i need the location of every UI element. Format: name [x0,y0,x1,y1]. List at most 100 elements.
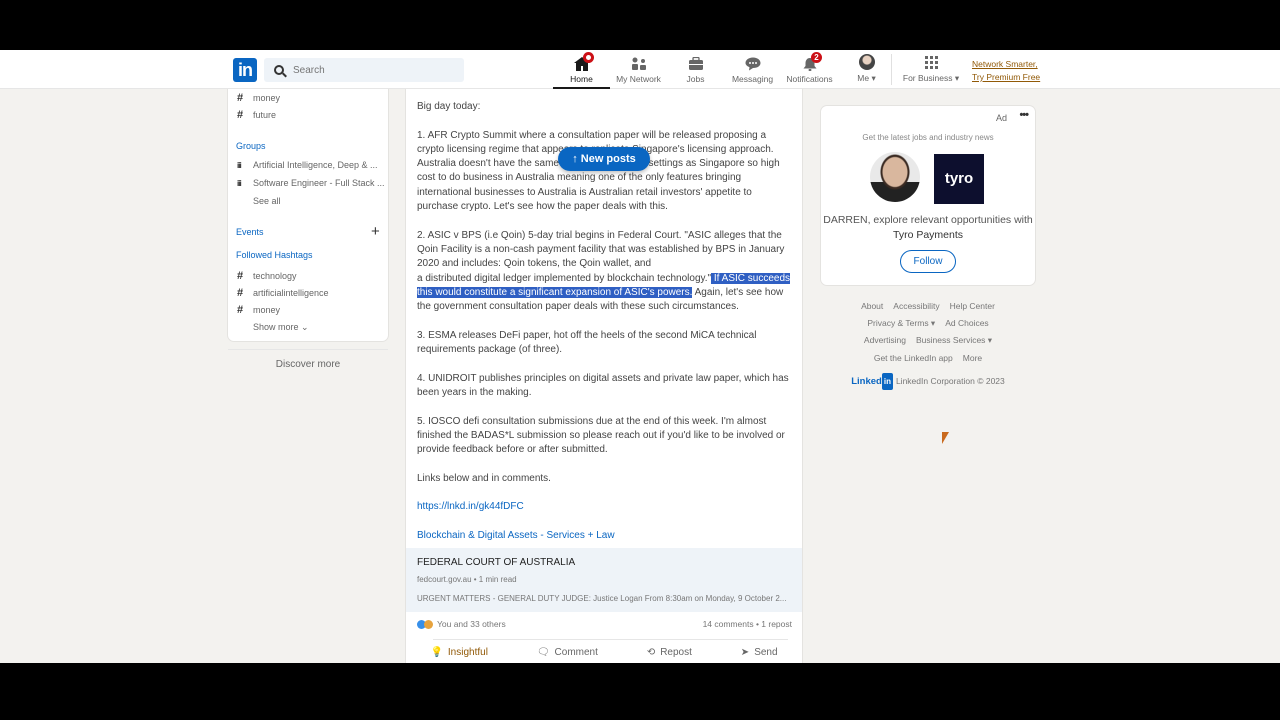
footer-row: About Accessibility Help Center [821,298,1035,315]
ad-subtitle: Get the latest jobs and industry news [862,133,994,142]
recent-hashtag[interactable]: # money [237,92,280,104]
company-page-link[interactable]: Blockchain & Digital Assets - Services +… [417,530,615,541]
nav-me[interactable]: Me ▾ [838,50,895,89]
footer-link[interactable]: Accessibility [893,301,939,311]
more-options-icon[interactable]: ••• [1019,109,1029,121]
insightful-reaction-icon [424,620,433,630]
recent-hashtag[interactable]: # future [237,109,276,121]
followed-hashtag[interactable]: # artificialintelligence [237,287,329,299]
search-box[interactable] [264,58,464,82]
post-paragraph: 5. IOSCO defi consultation submissions d… [417,415,785,456]
linkedin-page: in Home My Network Jobs Messaging [0,50,1280,663]
discover-more-button[interactable]: Discover more [228,359,388,370]
footer-link[interactable]: Business Services ▾ [916,335,992,345]
action-label: Send [754,647,778,658]
nav-my-network[interactable]: My Network [610,50,667,89]
footer-link[interactable]: Help Center [950,301,995,311]
repost-button[interactable]: ⟲ Repost [647,647,692,658]
home-badge [583,52,594,63]
nav-home[interactable]: Home [553,50,610,89]
ad-message-text: DARREN, explore relevant opportunities w… [823,214,1033,226]
hashtag-icon: # [237,270,244,282]
see-all-groups[interactable]: See all [253,196,281,206]
groups-link[interactable]: Groups [236,141,266,151]
followed-hashtag[interactable]: # money [237,304,280,316]
post-paragraph: 3. ESMA releases DeFi paper, hot off the… [417,329,757,356]
add-event-icon[interactable]: + [371,224,380,239]
top-navigation: in Home My Network Jobs Messaging [0,50,1280,89]
show-more-label: Show more [253,322,299,332]
copyright: LinkedIn Corporation © 2023 [895,375,1005,386]
linkedin-logo[interactable]: in [233,58,257,82]
footer-link[interactable]: Get the LinkedIn app [874,353,953,363]
footer-link[interactable]: Ad Choices [945,318,988,328]
hashtag-icon: # [237,109,244,121]
post-paragraph: Big day today: [417,101,481,112]
post-actions: 💡 Insightful 🗨 Comment ⟲ Repost ➤ Send [406,647,802,658]
nav-for-business[interactable]: For Business ▾ [900,50,962,89]
footer-row: Privacy & Terms ▾ Ad Choices [821,315,1035,332]
footer-link[interactable]: Advertising [864,335,906,345]
premium-line-1: Network Smarter, [972,59,1038,69]
footer-link[interactable]: About [861,301,883,311]
nav-jobs[interactable]: Jobs [667,50,724,89]
nav-label: My Network [616,74,661,84]
notifications-badge: 2 [811,52,822,63]
linkedin-wordmark: Linked [851,375,882,387]
hashtag-label: money [253,305,281,315]
nav-divider [891,54,892,85]
footer-link[interactable]: Privacy & Terms ▾ [867,318,935,328]
followed-hashtags-link[interactable]: Followed Hashtags [236,250,313,260]
hashtag-icon: # [237,92,244,104]
footer-row: Get the LinkedIn app More [821,350,1035,367]
events-link[interactable]: Events [236,227,264,237]
divider [433,639,788,640]
text-span: 2. ASIC v BPS (i.e Qoin) 5-day trial beg… [417,229,785,270]
post-link[interactable]: https://lnkd.in/gk44fDFC [417,501,524,512]
action-label: Insightful [447,647,488,658]
ad-card: Ad ••• Get the latest jobs and industry … [821,106,1035,285]
nav-messaging[interactable]: Messaging [724,50,781,89]
group-item[interactable]: iii Software Engineer - Full Stack ... [237,178,385,188]
follow-button[interactable]: Follow [900,250,956,273]
hashtag-label: artificialintelligence [253,288,329,298]
user-avatar [870,152,920,202]
mouse-cursor-icon [942,432,949,444]
show-more-button[interactable]: Show more ⌄ [253,322,309,333]
feed-post: Big day today: 1. AFR Crypto Summit wher… [406,89,802,663]
try-premium-link[interactable]: Network Smarter, Try Premium Free [972,58,1040,84]
footer-link[interactable]: More [963,353,982,363]
group-item[interactable]: iii Artificial Intelligence, Deep & ... [237,160,378,170]
ad-label: Ad [995,113,1007,123]
letterbox-bar [0,663,1280,720]
group-label: Artificial Intelligence, Deep & ... [253,160,378,170]
link-card-source: fedcourt.gov.au • 1 min read [417,575,517,584]
hashtag-label: money [253,93,281,103]
nav-label: Notifications [786,74,833,84]
comment-button[interactable]: 🗨 Comment [537,647,598,658]
network-icon [631,57,646,70]
nav-label: For Business ▾ [902,73,960,83]
company-logo[interactable]: tyro [934,154,984,204]
search-icon [274,65,284,75]
followed-hashtag[interactable]: # technology [237,270,297,282]
insightful-button[interactable]: 💡 Insightful [430,647,487,658]
divider [228,349,388,350]
repost-icon: ⟲ [646,647,656,658]
new-posts-button[interactable]: ↑ New posts [558,147,650,171]
premium-line-2: Try Premium Free [972,72,1041,82]
ad-company: Tyro Payments [892,228,964,241]
hashtag-icon: # [237,287,244,299]
action-label: Comment [554,647,598,658]
nav-notifications[interactable]: 2 Notifications [781,50,838,89]
reactions-count[interactable]: You and 33 others [437,619,506,629]
send-icon: ➤ [740,647,750,658]
link-preview-card[interactable]: FEDERAL COURT OF AUSTRALIA fedcourt.gov.… [406,548,802,612]
comment-icon: 🗨 [536,647,550,658]
footer-brand: Linked in LinkedIn Corporation © 2023 [821,372,1035,391]
comments-reposts-count[interactable]: 14 comments • 1 repost [703,619,792,629]
hashtag-icon: # [237,304,244,316]
send-button[interactable]: ➤ Send [741,647,778,658]
group-label: Software Engineer - Full Stack ... [253,178,385,188]
search-input[interactable] [293,64,453,76]
